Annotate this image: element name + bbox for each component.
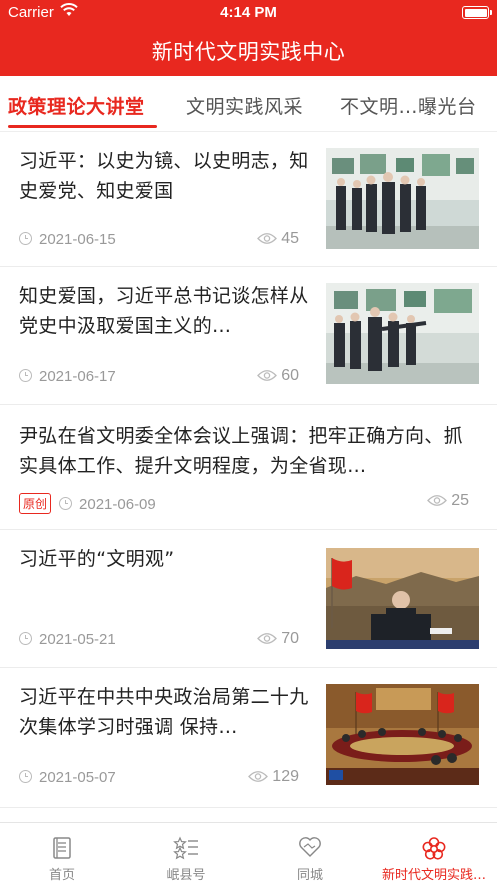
clock-icon: [19, 632, 32, 645]
eye-icon: [257, 370, 278, 381]
news-list: 习近平：以史为镜、以史明志，知史爱党、知史爱国 2021-06-15 45 知史…: [0, 132, 497, 822]
status-time: 4:14 PM: [220, 4, 277, 21]
page-title: 新时代文明实践中心: [151, 40, 346, 64]
news-date: 原创 2021-06-09: [19, 493, 156, 514]
news-thumbnail: [326, 548, 479, 649]
nav-local-label: 同城: [296, 868, 323, 883]
active-tab-indicator: [8, 125, 157, 128]
heart-handshake-icon: [299, 837, 321, 857]
eye-icon: [427, 495, 448, 506]
news-item[interactable]: 知史爱国，习近平总书记谈怎样从党史中汲取爱国主义的… 2021-06-17 60: [0, 267, 497, 405]
view-count: 70: [257, 630, 299, 648]
view-count: 129: [248, 768, 299, 786]
tab-policy-theory[interactable]: 政策理论大讲堂: [8, 92, 145, 119]
original-badge: 原创: [19, 493, 52, 514]
app-header: Carrier 4:14 PM 新时代文明实践中心: [0, 0, 497, 76]
view-count: 25: [427, 492, 469, 510]
nav-civilization-center-label: 新时代文明实践…: [381, 868, 486, 883]
status-bar: Carrier 4:14 PM: [0, 0, 497, 26]
clock-icon: [59, 497, 73, 510]
home-book-icon: [53, 837, 71, 859]
news-date: 2021-05-21: [19, 631, 116, 648]
news-item[interactable]: 习近平：以史为镜、以史明志，知史爱党、知史爱国 2021-06-15 45: [0, 132, 497, 267]
news-item[interactable]: 习近平的“文明观” 2021-05-21 70: [0, 530, 497, 668]
news-thumbnail: [326, 148, 479, 249]
news-thumbnail: [326, 684, 479, 785]
nav-county-label: 岷县号: [166, 868, 206, 883]
clock-icon: [19, 232, 32, 245]
news-title: 习近平的“文明观”: [19, 548, 175, 570]
bottom-tab-bar: 首页 岷县号 同城 新时代文明实践…: [0, 822, 497, 883]
news-item[interactable]: 尹弘在省文明委全体会议上强调：把牢正确方向、抓实具体工作、提升文明程度，为全省现…: [0, 405, 497, 530]
category-tabs: 政策理论大讲堂 文明实践风采 不文明…曝光台: [0, 76, 497, 132]
tab-civilization-practice[interactable]: 文明实践风采: [186, 92, 303, 119]
clock-icon: [19, 770, 32, 783]
eye-icon: [257, 633, 278, 644]
news-title: 知史爱国，习近平总书记谈怎样从党史中汲取爱国主义的…: [19, 285, 309, 337]
eye-icon: [248, 771, 269, 782]
news-title: 习近平在中共中央政治局第二十九次集体学习时强调 保持…: [19, 686, 309, 738]
nav-home[interactable]: 首页: [0, 823, 124, 883]
nav-home-label: 首页: [48, 868, 75, 883]
flower-icon: [422, 837, 446, 860]
news-item[interactable]: 习近平在中共中央政治局第二十九次集体学习时强调 保持… 2021-05-07 1…: [0, 668, 497, 808]
view-count: 60: [257, 367, 299, 385]
star-list-icon: [173, 836, 198, 860]
nav-local[interactable]: 同城: [248, 823, 372, 883]
news-date: 2021-06-17: [19, 368, 116, 385]
news-title: 尹弘在省文明委全体会议上强调：把牢正确方向、抓实具体工作、提升文明程度，为全省现…: [19, 425, 463, 477]
view-count: 45: [257, 230, 299, 248]
news-thumbnail: [326, 283, 479, 384]
nav-civilization-center[interactable]: 新时代文明实践…: [372, 823, 496, 883]
nav-county[interactable]: 岷县号: [124, 823, 248, 883]
news-title: 习近平：以史为镜、以史明志，知史爱党、知史爱国: [19, 150, 309, 202]
eye-icon: [257, 233, 278, 244]
clock-icon: [19, 369, 32, 382]
news-date: 2021-06-15: [19, 231, 116, 248]
news-date: 2021-05-07: [19, 769, 116, 786]
battery-icon: [462, 6, 492, 19]
tab-exposure-platform[interactable]: 不文明…曝光台: [340, 92, 477, 119]
